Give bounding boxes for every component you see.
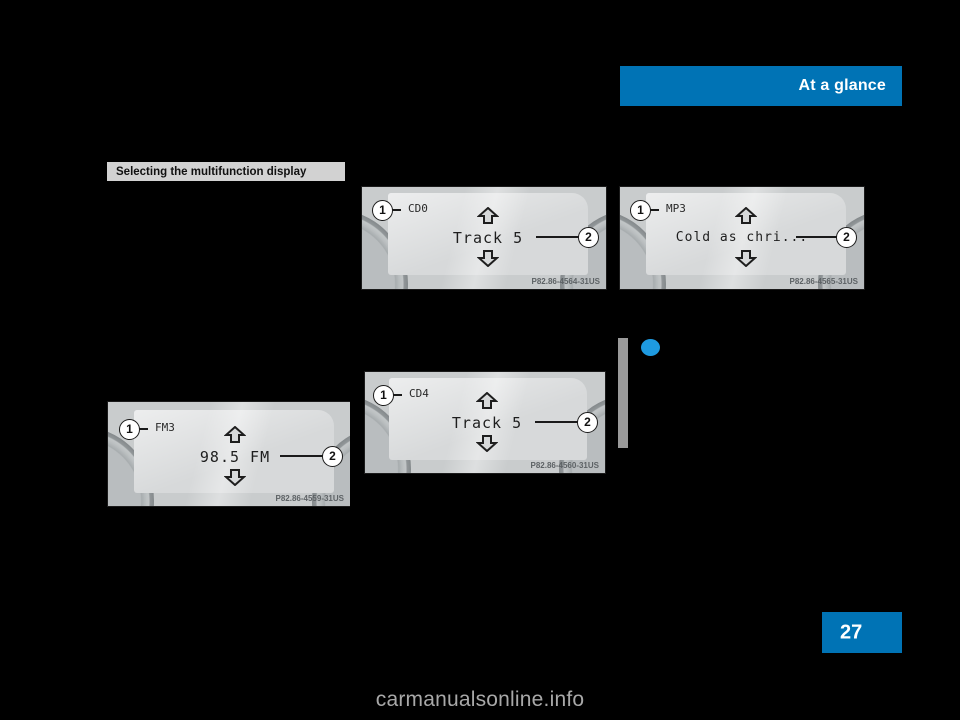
figure-reference-code: P82.86-4564-31US — [531, 277, 601, 286]
lcd-main-text: 98.5 FM — [199, 448, 271, 466]
margin-rule — [618, 338, 628, 448]
page-number: 27 — [840, 621, 863, 643]
callout-2: 2 — [836, 227, 857, 248]
figure-cd0: CD0 Track 5 1 2 P82.86-4564-31US — [361, 186, 607, 290]
callout-2-leader — [796, 236, 838, 238]
figure-cd4: CD4 Track 5 1 2 P82.86-4560-31US — [364, 371, 606, 474]
section-heading-label: Selecting the multifunction display — [116, 165, 307, 178]
lcd-mode-label: FM3 — [155, 421, 175, 434]
lcd-mode-label: MP3 — [666, 202, 686, 215]
callout-1-leader — [650, 209, 659, 211]
bullet-marker-icon — [641, 339, 660, 356]
footer-watermark: carmanualsonline.info — [375, 688, 585, 711]
lcd-mode-label: CD0 — [408, 202, 428, 215]
callout-1-leader — [393, 394, 402, 396]
callout-1-leader — [139, 428, 148, 430]
callout-1: 1 — [373, 385, 394, 406]
scroll-up-arrow-icon — [476, 392, 498, 409]
lcd-main-text: Track 5 — [451, 414, 523, 432]
figure-fm3: FM3 98.5 FM 1 2 P82.86-4559-31US — [107, 401, 350, 507]
page-number-tab: 27 — [822, 612, 902, 653]
scroll-up-arrow-icon — [735, 207, 757, 224]
lcd-main-text: Track 5 — [452, 229, 524, 247]
callout-2: 2 — [578, 227, 599, 248]
callout-1: 1 — [372, 200, 393, 221]
page-title: At a glance — [798, 77, 886, 94]
callout-1: 1 — [119, 419, 140, 440]
callout-2-leader — [535, 421, 579, 423]
callout-1-leader — [392, 209, 401, 211]
scroll-down-arrow-icon — [476, 435, 498, 452]
page-header-bar: At a glance — [620, 66, 902, 106]
scroll-up-arrow-icon — [477, 207, 499, 224]
figure-reference-code: P82.86-4559-31US — [275, 494, 345, 503]
scroll-down-arrow-icon — [477, 250, 499, 267]
figure-reference-code: P82.86-4565-31US — [789, 277, 859, 286]
callout-2: 2 — [322, 446, 343, 467]
section-heading-band: Selecting the multifunction display — [107, 162, 345, 181]
scroll-down-arrow-icon — [224, 469, 246, 486]
scroll-up-arrow-icon — [224, 426, 246, 443]
callout-2-leader — [280, 455, 324, 457]
figure-reference-code: P82.86-4560-31US — [530, 461, 600, 470]
callout-2-leader — [536, 236, 580, 238]
lcd-main-text: Cold as chri... — [675, 230, 809, 245]
callout-2: 2 — [577, 412, 598, 433]
callout-1: 1 — [630, 200, 651, 221]
scroll-down-arrow-icon — [735, 250, 757, 267]
figure-mp3: MP3 Cold as chri... 1 2 P82.86-4565-31US — [619, 186, 865, 290]
lcd-mode-label: CD4 — [409, 387, 429, 400]
